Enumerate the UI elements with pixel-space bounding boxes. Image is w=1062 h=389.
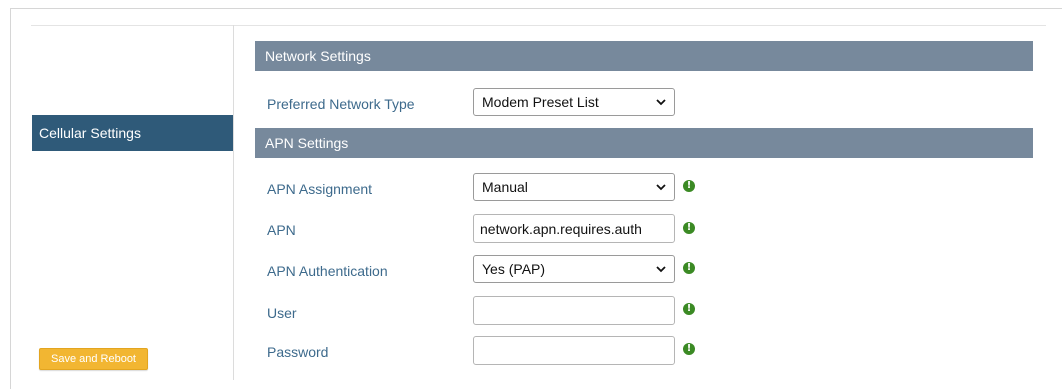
sidebar-item-label: Cellular Settings [39, 125, 141, 141]
preferred-network-type-value: Modem Preset List [482, 94, 599, 110]
apn-settings-header: APN Settings [255, 128, 1033, 158]
chevron-down-icon [656, 99, 666, 106]
info-icon[interactable]: ! [683, 303, 695, 315]
apn-authentication-label: APN Authentication [267, 263, 388, 279]
preferred-network-type-label: Preferred Network Type [267, 96, 415, 112]
apn-value: network.apn.requires.auth [480, 220, 642, 237]
apn-assignment-select[interactable]: Manual [473, 173, 675, 201]
sidebar-divider [233, 25, 234, 380]
preferred-network-type-select[interactable]: Modem Preset List [473, 88, 675, 116]
info-icon[interactable]: ! [683, 262, 695, 274]
apn-assignment-value: Manual [482, 179, 528, 195]
user-input[interactable] [473, 296, 675, 325]
top-divider [31, 25, 1046, 26]
password-input[interactable] [473, 336, 675, 365]
user-label: User [267, 305, 297, 321]
save-and-reboot-button[interactable]: Save and Reboot [39, 348, 148, 370]
chevron-down-icon [656, 266, 666, 273]
sidebar-item-cellular-settings[interactable]: Cellular Settings [32, 115, 233, 151]
apn-authentication-select[interactable]: Yes (PAP) [473, 255, 675, 283]
info-icon[interactable]: ! [683, 343, 695, 355]
info-icon[interactable]: ! [683, 180, 695, 192]
apn-assignment-label: APN Assignment [267, 181, 373, 197]
info-icon[interactable]: ! [683, 222, 695, 234]
apn-input[interactable]: network.apn.requires.auth [473, 214, 675, 243]
password-label: Password [267, 344, 329, 360]
network-settings-header: Network Settings [255, 41, 1033, 71]
apn-authentication-value: Yes (PAP) [482, 261, 546, 277]
chevron-down-icon [656, 184, 666, 191]
apn-label: APN [267, 222, 296, 238]
